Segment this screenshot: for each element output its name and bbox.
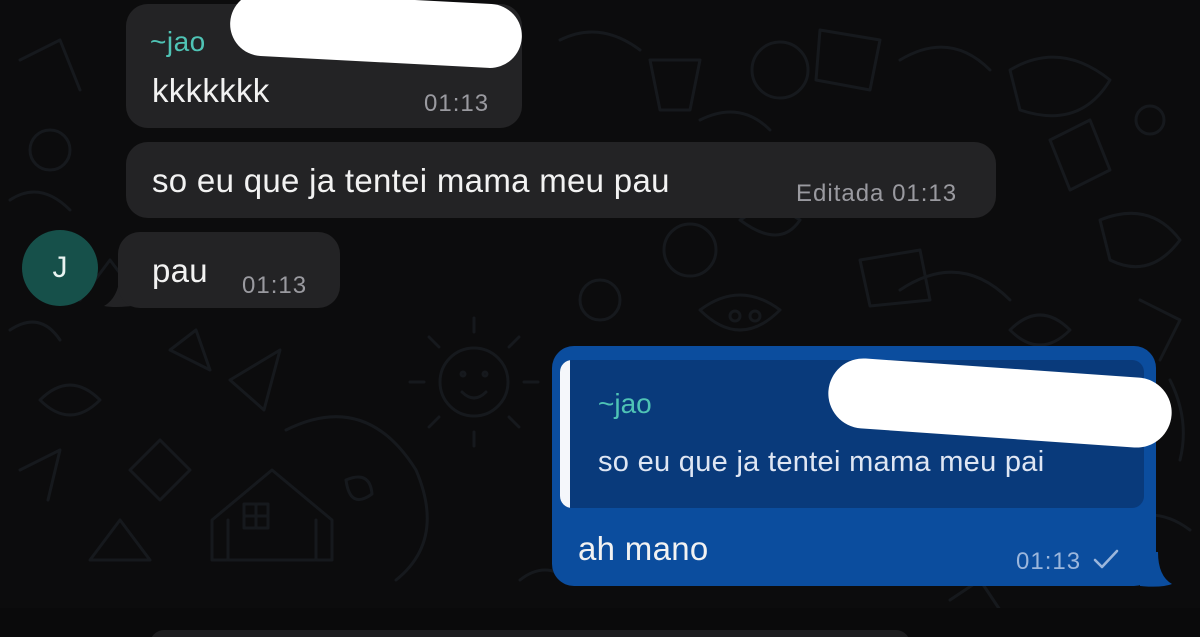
single-check-icon <box>1093 549 1119 569</box>
quoted-sender-name: ~jao <box>598 388 652 419</box>
message-text: pau <box>152 252 208 289</box>
bubble-tail <box>1140 552 1172 587</box>
avatar[interactable]: J <box>22 230 98 306</box>
chat-view: ~jao kkkkkkk 01:13 so eu que ja tentei m… <box>0 0 1200 637</box>
message-edited-timestamp: Editada 01:13 <box>796 180 958 207</box>
incoming-message-bubble[interactable]: ~jao kkkkkkk 01:13 <box>126 0 524 128</box>
sender-name[interactable]: ~jao <box>150 26 206 58</box>
message-timestamp: 01:13 <box>1016 548 1082 575</box>
message-text: kkkkkkk <box>152 72 270 109</box>
message-input[interactable] <box>150 630 910 637</box>
incoming-message-bubble[interactable]: so eu que ja tentei mama meu pau Editada… <box>126 142 996 218</box>
message-timestamp: 01:13 <box>424 90 490 117</box>
incoming-message-bubble[interactable]: pau 01:13 <box>118 232 340 308</box>
redacted-phone-number <box>228 0 524 70</box>
quote-accent-bar <box>560 360 570 508</box>
message-text: ah mano <box>578 530 709 567</box>
message-text: so eu que ja tentei mama meu pau <box>152 162 670 199</box>
message-timestamp: 01:13 <box>242 272 308 299</box>
quoted-message-text: so eu que ja tentei mama meu pai <box>598 446 1045 478</box>
